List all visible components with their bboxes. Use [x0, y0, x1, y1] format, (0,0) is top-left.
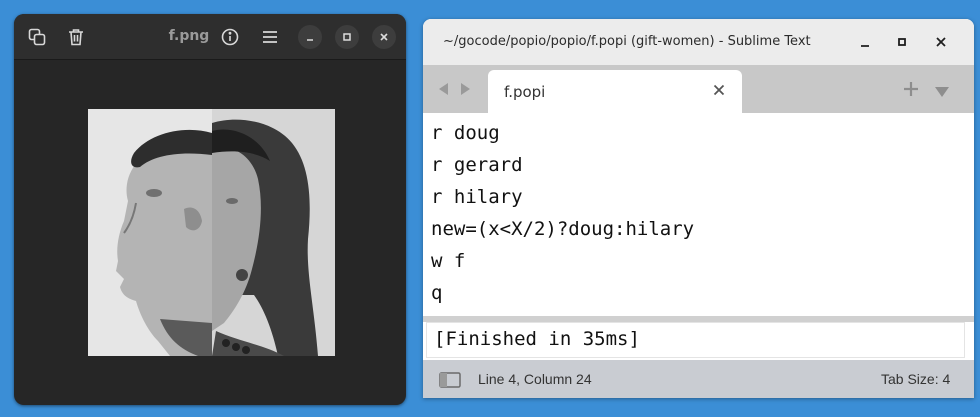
copy-icon[interactable] — [23, 23, 51, 51]
minimize-button[interactable] — [298, 25, 322, 49]
menu-icon[interactable] — [256, 23, 284, 51]
window-titlebar: ~/gocode/popio/popio/f.popi (gift-women)… — [423, 19, 974, 65]
trash-icon[interactable] — [62, 23, 90, 51]
code-line: r gerard — [431, 154, 523, 176]
plus-icon[interactable] — [903, 81, 919, 97]
chevron-down-icon[interactable] — [934, 83, 950, 97]
image-viewer-window: f.png — [14, 14, 406, 405]
tab-size-selector[interactable]: Tab Size: 4 — [881, 371, 950, 387]
code-line: r hilary — [431, 186, 523, 208]
maximize-button[interactable] — [892, 32, 912, 52]
code-line: r doug — [431, 122, 500, 144]
cursor-position: Line 4, Column 24 — [478, 371, 592, 387]
window-title: ~/gocode/popio/popio/f.popi (gift-women)… — [443, 34, 811, 49]
minimize-button[interactable] — [855, 32, 875, 52]
build-output-panel: [Finished in 35ms] — [426, 322, 965, 358]
close-button[interactable] — [931, 32, 951, 52]
tab-nav-arrows — [437, 81, 477, 97]
arrow-right-icon — [461, 83, 470, 95]
code-line: new=(x<X/2)?doug:hilary — [431, 218, 695, 240]
displayed-image — [88, 109, 335, 356]
code-editor[interactable]: r doug r gerard r hilary new=(x<X/2)?dou… — [423, 113, 974, 316]
tab-f-popi[interactable]: f.popi — [488, 70, 742, 113]
status-bar: Line 4, Column 24 Tab Size: 4 — [423, 360, 974, 398]
sublime-window: ~/gocode/popio/popio/f.popi (gift-women)… — [423, 19, 974, 398]
build-output-text: [Finished in 35ms] — [434, 328, 640, 350]
sidebar-toggle-icon[interactable] — [439, 372, 461, 388]
arrow-left-icon — [439, 83, 448, 95]
info-icon[interactable] — [216, 23, 244, 51]
tab-label: f.popi — [504, 83, 546, 101]
code-line: q — [431, 282, 443, 304]
close-icon[interactable] — [710, 81, 728, 99]
maximize-button[interactable] — [335, 25, 359, 49]
tab-bar: f.popi — [423, 65, 974, 113]
code-line: w f — [431, 250, 466, 272]
close-button[interactable] — [372, 25, 396, 49]
viewer-headerbar: f.png — [14, 14, 406, 60]
